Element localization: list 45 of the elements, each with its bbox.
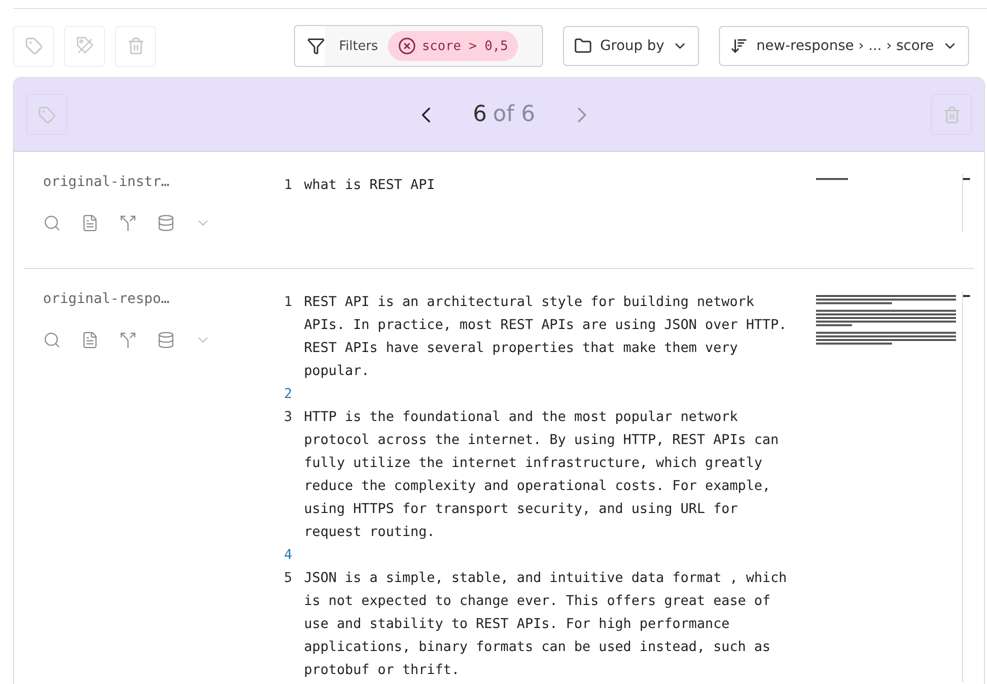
search-icon	[43, 214, 61, 232]
search-button[interactable]	[43, 331, 61, 349]
table-view-button[interactable]	[157, 214, 175, 232]
untag-icon	[74, 36, 94, 56]
code-line: HTTP is the foundational and the most popular network protocol across the internet. By using HTTP, REST APIs can fully utilize the internet infrastructure, which greatly reduce the complexity and operational costs. For example, using HTTPS for transport security, and using URL for request routing.	[304, 408, 780, 542]
remove-icon	[398, 37, 416, 55]
line-number: 4	[284, 546, 294, 565]
trash-icon	[942, 106, 960, 124]
database-icon	[157, 331, 175, 349]
trash-icon	[126, 37, 144, 55]
minimap-drawing	[816, 178, 848, 182]
code-line: JSON is a simple, stable, and intuitive data format , which is not expected to change ever. This offers great ease of use and stability to REST APIs. For high performance applications, binary formats can be used instead, such as protobuf or thrift.	[304, 569, 788, 680]
code-line: REST API is an architectural style for building network APIs. In practice, most REST APIs are using JSON over HTTP. REST APIs have several properties that make them very popular.	[304, 293, 788, 381]
table-view-button[interactable]	[157, 331, 175, 349]
tag-icon	[24, 37, 42, 55]
filter-bar[interactable]: Filters score > 0,5	[294, 25, 544, 67]
search-button[interactable]	[43, 214, 61, 232]
document-icon	[81, 331, 99, 349]
line-number: 3	[284, 408, 294, 427]
line-number: 2	[284, 385, 294, 404]
group-by-dropdown[interactable]: Group by	[563, 26, 700, 66]
page-counter: 6 of 6	[472, 102, 536, 127]
sort-dropdown[interactable]: new-response › ... › score	[719, 26, 969, 66]
field-name: original-respo…	[43, 291, 170, 307]
folder-icon	[574, 37, 592, 55]
filters-label: Filters	[339, 38, 378, 54]
tag-icon	[38, 106, 56, 124]
fork-icon	[119, 331, 137, 349]
search-icon	[43, 331, 61, 349]
filter-chip[interactable]: score > 0,5	[388, 31, 518, 61]
document-icon	[81, 214, 99, 232]
line-number: 1	[284, 293, 294, 312]
line-number: 5	[284, 569, 294, 588]
fork-button[interactable]	[119, 331, 137, 349]
fork-icon	[119, 214, 137, 232]
document-view-button[interactable]	[81, 331, 99, 349]
sort-icon	[730, 37, 748, 55]
fork-button[interactable]	[119, 214, 137, 232]
database-icon	[157, 214, 175, 232]
line-number: 1	[284, 176, 294, 195]
code-line: what is REST API	[304, 176, 436, 195]
scrollbar	[962, 174, 970, 232]
document-view-button[interactable]	[81, 214, 99, 232]
filter-icon	[307, 37, 325, 55]
field-name: original-instr…	[43, 174, 170, 190]
